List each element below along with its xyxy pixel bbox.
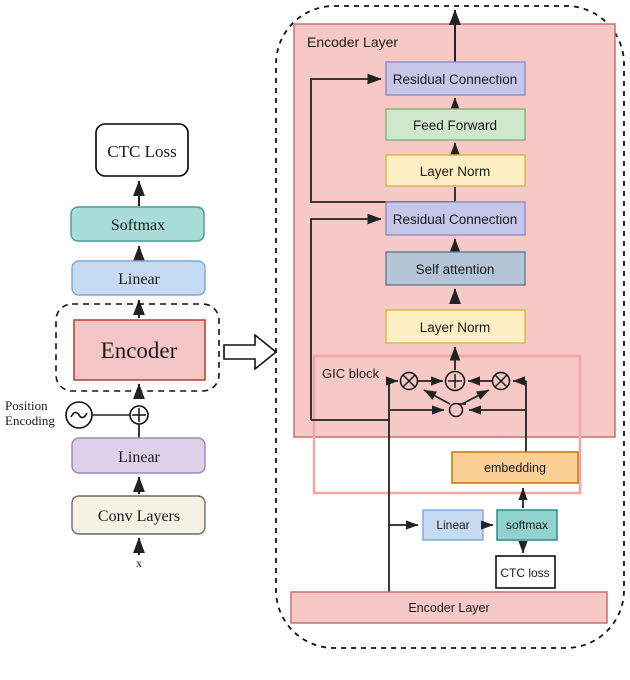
gic-block-label: GIC block bbox=[322, 366, 380, 381]
node-residual-connection-2-label: Residual Connection bbox=[393, 72, 518, 87]
node-feed-forward-label: Feed Forward bbox=[413, 118, 497, 133]
node-ctc-loss-small-label: CTC loss bbox=[500, 566, 549, 580]
expand-block-arrow-icon bbox=[223, 333, 278, 371]
diagram-canvas: CTC Loss Softmax Linear Encoder Position… bbox=[0, 0, 630, 680]
node-softmax-label: Softmax bbox=[111, 217, 165, 234]
node-layer-norm-1-label: Layer Norm bbox=[420, 320, 491, 335]
position-encoding-label-line1: Position bbox=[5, 398, 48, 413]
node-conv-layers-label: Conv Layers bbox=[98, 508, 180, 525]
position-encoding-label-line2: Encoding bbox=[5, 413, 55, 428]
node-ctc-loss-label: CTC Loss bbox=[107, 142, 176, 161]
node-layer-norm-2-label: Layer Norm bbox=[420, 164, 491, 179]
bottom-encoder-layer-label: Encoder Layer bbox=[408, 601, 489, 615]
node-self-attention-label: Self attention bbox=[416, 262, 495, 277]
input-label: x bbox=[136, 556, 142, 570]
node-linear-bottom-label: Linear bbox=[118, 449, 160, 466]
node-embedding-label: embedding bbox=[484, 461, 546, 475]
node-encoder-label: Encoder bbox=[101, 338, 178, 363]
architecture-diagram: CTC Loss Softmax Linear Encoder Position… bbox=[5, 5, 625, 649]
node-softmax-small-label: softmax bbox=[506, 518, 548, 532]
node-linear-top-label: Linear bbox=[118, 271, 160, 288]
sigma-gate-icon bbox=[448, 402, 464, 418]
encoder-layer-title: Encoder Layer bbox=[307, 34, 398, 50]
node-residual-connection-1-label: Residual Connection bbox=[393, 212, 518, 227]
node-linear-small-label: Linear bbox=[436, 518, 469, 532]
